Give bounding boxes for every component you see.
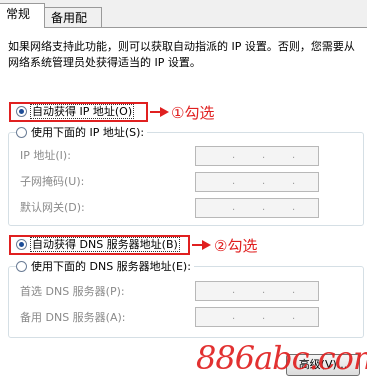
description-text: 如果网络支持此功能，则可以获取自动指派的 IP 设置。否则，您需要从网络系统管理… — [8, 40, 355, 69]
manual-dns-group — [8, 266, 364, 338]
arrow-head-icon — [160, 107, 169, 117]
manual-dns-label: 使用下面的 DNS 服务器地址(E): — [31, 260, 191, 273]
arrow-head-icon — [202, 240, 211, 250]
auto-ip-radio[interactable]: 自动获得 IP 地址(O) — [16, 104, 135, 120]
subnet-mask-input[interactable]: ... — [195, 172, 319, 192]
auto-dns-radio[interactable]: 自动获得 DNS 服务器地址(B) — [16, 237, 180, 253]
radio-unselected-icon — [16, 127, 27, 138]
alternate-dns-label: 备用 DNS 服务器(A): — [20, 311, 126, 324]
tab-alternate-config[interactable]: 备用配置 — [44, 7, 102, 45]
subnet-mask-label: 子网掩码(U): — [20, 175, 85, 188]
manual-dns-radio[interactable]: 使用下面的 DNS 服务器地址(E): — [16, 259, 194, 275]
preferred-dns-label: 首选 DNS 服务器(P): — [20, 285, 125, 298]
radio-unselected-icon — [16, 261, 27, 272]
default-gateway-input[interactable]: ... — [195, 198, 319, 218]
tab-bar: 备用配置 常规 — [0, 0, 367, 45]
ip-address-label: IP 地址(I): — [20, 149, 71, 162]
alternate-dns-input[interactable]: ... — [195, 307, 319, 327]
auto-ip-label: 自动获得 IP 地址(O) — [29, 104, 135, 119]
radio-selected-icon — [16, 106, 27, 117]
annotation-step1: ①勾选 — [171, 104, 215, 122]
tab-general[interactable]: 常规 — [0, 3, 45, 28]
default-gateway-label: 默认网关(D): — [20, 201, 85, 214]
preferred-dns-input[interactable]: ... — [195, 281, 319, 301]
manual-ip-label: 使用下面的 IP 地址(S): — [31, 126, 145, 139]
ip-address-input[interactable]: ... — [195, 146, 319, 166]
auto-dns-label: 自动获得 DNS 服务器地址(B) — [30, 237, 180, 252]
manual-ip-radio[interactable]: 使用下面的 IP 地址(S): — [16, 125, 148, 141]
site-watermark: 886abc.com — [196, 339, 367, 377]
annotation-step2: ②勾选 — [214, 237, 258, 255]
radio-selected-icon — [16, 239, 27, 250]
